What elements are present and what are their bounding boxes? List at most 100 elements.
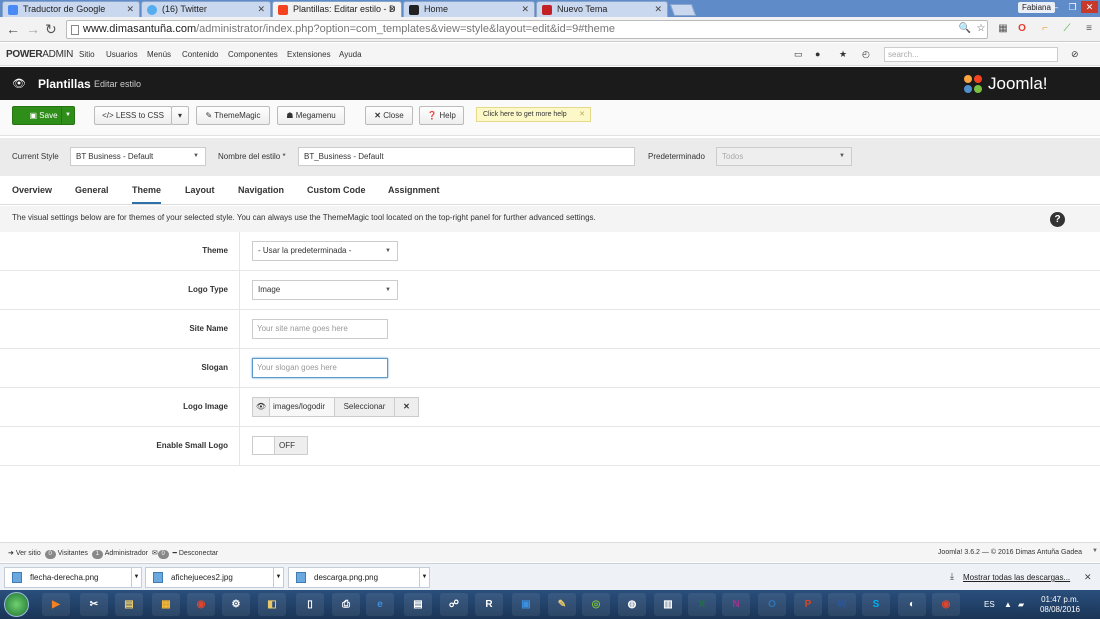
zoom-icon[interactable]: 🔍 [958,22,972,36]
close-tooltip-icon[interactable]: ✕ [579,108,585,121]
tab-general[interactable]: General [75,185,109,195]
help-tooltip[interactable]: Click here to get more help ✕ [476,107,591,122]
extension-tool-icon[interactable]: ⌐ [1038,22,1052,36]
menu-icon[interactable]: ≡ [1082,22,1096,36]
chrome-taskbar-icon[interactable]: ◉ [932,593,960,616]
folder-icon[interactable]: ▤ [115,593,143,616]
menu-menus[interactable]: Menús [147,50,171,59]
onenote-icon[interactable]: N [722,593,750,616]
site-name-input[interactable]: Your site name goes here [252,319,388,339]
excel-icon[interactable]: X [688,593,716,616]
download-item[interactable]: flecha-derecha.png ▼ [4,567,142,588]
save-button[interactable]: ▣ Save ▼ [12,106,75,125]
restore-icon[interactable]: ❐ [1064,1,1081,13]
eye-app-icon[interactable]: ◎ [582,593,610,616]
clear-image-button[interactable]: ✕ [394,397,419,417]
printer-icon[interactable]: ⎙ [332,593,360,616]
download-item[interactable]: afichejueces2.jpg ▼ [145,567,284,588]
clock-icon[interactable]: ◴ [862,49,870,60]
style-name-input[interactable]: BT_Business - Default [298,147,635,166]
minimize-icon[interactable]: – [1047,1,1064,13]
close-tab-icon[interactable]: ✕ [126,2,134,17]
brand-logo[interactable]: POWERADMIN [6,49,73,60]
app-blue-icon[interactable]: ▣ [512,593,540,616]
language-indicator[interactable]: ES [984,600,995,609]
tab-overview[interactable]: Overview [12,185,52,195]
tools-icon[interactable]: ✂ [80,593,108,616]
default-select[interactable]: Todos ▼ [716,147,852,166]
less-to-css-button[interactable]: </> LESS to CSS [94,106,172,125]
browser-tab-plantillas[interactable]: Plantillas: Editar estilo - D ✕ [272,1,402,17]
url-bar[interactable]: www.dimasantuña.com/administrator/index.… [66,20,988,39]
question-icon[interactable]: ? [1050,212,1065,227]
outlook-icon[interactable]: O [758,593,786,616]
select-image-button[interactable]: Seleccionar [334,397,395,417]
steam-icon[interactable]: ◐ [898,593,926,616]
globe-icon[interactable]: ◍ [618,593,646,616]
word-icon[interactable]: W [828,593,856,616]
extension-icon[interactable]: ▦ [996,22,1010,36]
slogan-input[interactable]: Your slogan goes here [252,358,388,378]
archive-icon[interactable]: ◧ [258,593,286,616]
show-all-downloads-link[interactable]: Mostrar todas las descargas... [963,573,1070,582]
save-dropdown-icon[interactable]: ▼ [65,107,71,124]
browser-tab-translate[interactable]: Traductor de Google ✕ [2,1,140,17]
chevron-down-icon[interactable]: ▼ [419,568,429,587]
extension-leaf-icon[interactable]: ⟋ [1060,22,1074,36]
reload-icon[interactable]: ↻ [45,21,57,37]
network-tray-icon[interactable]: ▰ [1018,600,1024,609]
search-input[interactable]: search... [884,47,1058,62]
logout-link[interactable]: ━ Desconectar [173,550,218,557]
messages-badge[interactable]: 0 [157,550,169,559]
tab-assignment[interactable]: Assignment [388,185,440,195]
browser-tab-nuevo-tema[interactable]: Nuevo Tema ✕ [536,1,668,17]
close-window-icon[interactable]: ✕ [1081,1,1098,13]
document-icon[interactable]: ▤ [404,593,432,616]
back-icon[interactable]: ← [6,21,20,37]
tab-navigation[interactable]: Navigation [238,185,284,195]
user-icon[interactable]: ● [815,49,820,59]
dark-app-icon[interactable]: R [475,593,503,616]
thememagic-button[interactable]: ✎ ThemeMagic [196,106,270,125]
close-tab-icon[interactable]: ✕ [654,2,662,17]
network-icon[interactable]: ☍ [440,593,468,616]
phone-icon[interactable]: ▯ [296,593,324,616]
scroll-down-icon[interactable]: ▼ [1092,548,1098,554]
browser-tab-home[interactable]: Home ✕ [403,1,535,17]
browser-tab-twitter[interactable]: (16) Twitter ✕ [141,1,271,17]
current-style-select[interactable]: BT Business - Default ▼ [70,147,206,166]
star-icon[interactable]: ★ [839,49,847,60]
monitor-icon[interactable]: ▭ [794,49,803,60]
menu-usuarios[interactable]: Usuarios [106,50,138,59]
start-button[interactable] [4,592,29,617]
menu-ayuda[interactable]: Ayuda [339,50,362,59]
tab-theme[interactable]: Theme [132,185,162,204]
logo-type-select[interactable]: Image ▼ [252,280,398,300]
theme-select[interactable]: - Usar la predeterminada - ▼ [252,241,398,261]
less-dropdown-button[interactable]: ▾ [171,106,189,125]
bookmark-star-icon[interactable]: ☆ [974,22,988,36]
menu-componentes[interactable]: Componentes [228,50,278,59]
logo-image-field[interactable]: images/logodir [269,397,335,417]
notes-icon[interactable]: ✎ [548,593,576,616]
clock[interactable]: 01:47 p.m. 08/08/2016 [1034,595,1086,615]
view-site-link[interactable]: ➜ Ver sitio [8,550,41,557]
chevron-down-icon[interactable]: ▼ [131,568,141,587]
download-item[interactable]: descarga.png.png ▼ [288,567,430,588]
chrome-icon[interactable]: ◉ [187,593,215,616]
small-logo-toggle[interactable]: OFF [252,436,308,455]
ie-icon[interactable]: e [366,593,394,616]
opera-icon[interactable]: O [1015,22,1029,36]
close-button[interactable]: ✕ Close [365,106,413,125]
close-tab-icon[interactable]: ✕ [257,2,265,17]
close-tab-icon[interactable]: ✕ [521,2,529,17]
menu-sitio[interactable]: Sitio [79,50,95,59]
chevron-down-icon[interactable]: ▼ [273,568,283,587]
megamenu-button[interactable]: ☗ Megamenu [277,106,345,125]
skype-icon[interactable]: S [862,593,890,616]
close-downloads-icon[interactable]: ✕ [1084,572,1092,583]
city-icon[interactable]: ▥ [654,593,682,616]
forward-icon[interactable]: → [26,21,40,37]
utility-icon[interactable]: ⚙ [222,593,250,616]
joomla-small-icon[interactable]: ⊘ [1071,49,1079,60]
